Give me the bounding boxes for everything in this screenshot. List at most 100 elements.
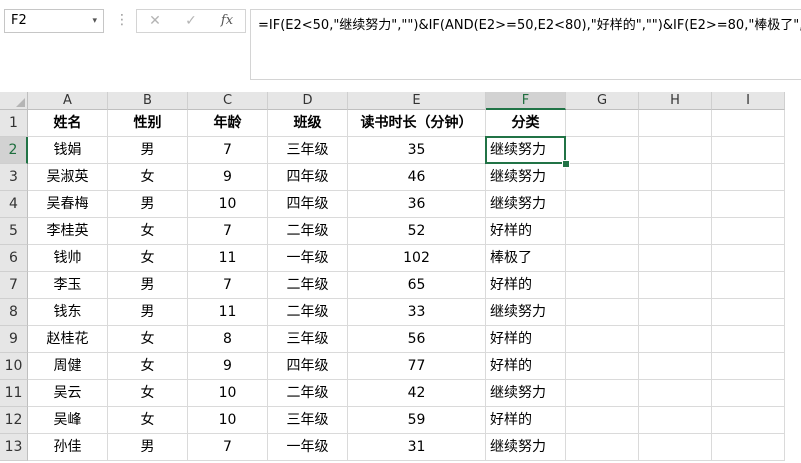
cell-d13[interactable]: 一年级 [268, 434, 348, 461]
cell-b10[interactable]: 女 [108, 353, 188, 380]
cell-c6[interactable]: 11 [188, 245, 268, 272]
cell-b7[interactable]: 男 [108, 272, 188, 299]
cell-f9[interactable]: 好样的 [486, 326, 566, 353]
cell-c1[interactable]: 年龄 [188, 110, 268, 137]
cell-a10[interactable]: 周健 [28, 353, 108, 380]
cell-g8[interactable] [566, 299, 639, 326]
fill-handle[interactable] [562, 160, 570, 168]
cell-f11[interactable]: 继续努力 [486, 380, 566, 407]
cell-i8[interactable] [712, 299, 785, 326]
cell-e1[interactable]: 读书时长（分钟） [348, 110, 486, 137]
cell-a2[interactable]: 钱娟 [28, 137, 108, 164]
row-header-8[interactable]: 8 [0, 299, 28, 326]
cell-e13[interactable]: 31 [348, 434, 486, 461]
cell-i7[interactable] [712, 272, 785, 299]
cell-c11[interactable]: 10 [188, 380, 268, 407]
cell-b8[interactable]: 男 [108, 299, 188, 326]
row-header-10[interactable]: 10 [0, 353, 28, 380]
cell-a3[interactable]: 吴淑英 [28, 164, 108, 191]
cell-f7[interactable]: 好样的 [486, 272, 566, 299]
cell-f13[interactable]: 继续努力 [486, 434, 566, 461]
cell-a12[interactable]: 吴峰 [28, 407, 108, 434]
cancel-icon[interactable]: ✕ [139, 10, 171, 32]
cell-e2[interactable]: 35 [348, 137, 486, 164]
cell-f5[interactable]: 好样的 [486, 218, 566, 245]
cell-g7[interactable] [566, 272, 639, 299]
cell-h3[interactable] [639, 164, 712, 191]
cell-f8[interactable]: 继续努力 [486, 299, 566, 326]
more-icon[interactable]: ⋮ [115, 9, 129, 33]
row-header-13[interactable]: 13 [0, 434, 28, 461]
cell-g12[interactable] [566, 407, 639, 434]
cell-c5[interactable]: 7 [188, 218, 268, 245]
cell-h1[interactable] [639, 110, 712, 137]
cell-i2[interactable] [712, 137, 785, 164]
cell-b4[interactable]: 男 [108, 191, 188, 218]
cell-e8[interactable]: 33 [348, 299, 486, 326]
row-header-9[interactable]: 9 [0, 326, 28, 353]
column-header-f[interactable]: F [486, 92, 566, 110]
cell-g4[interactable] [566, 191, 639, 218]
cell-a11[interactable]: 吴云 [28, 380, 108, 407]
column-header-c[interactable]: C [188, 92, 268, 110]
cell-i13[interactable] [712, 434, 785, 461]
cell-a1[interactable]: 姓名 [28, 110, 108, 137]
cell-d10[interactable]: 四年级 [268, 353, 348, 380]
cell-e5[interactable]: 52 [348, 218, 486, 245]
cell-i1[interactable] [712, 110, 785, 137]
cell-h2[interactable] [639, 137, 712, 164]
cell-a13[interactable]: 孙佳 [28, 434, 108, 461]
cell-h5[interactable] [639, 218, 712, 245]
cell-d9[interactable]: 三年级 [268, 326, 348, 353]
cell-e7[interactable]: 65 [348, 272, 486, 299]
name-box[interactable]: F2 ▾ [4, 9, 104, 33]
cell-e12[interactable]: 59 [348, 407, 486, 434]
cell-e10[interactable]: 77 [348, 353, 486, 380]
column-header-i[interactable]: I [712, 92, 785, 110]
row-header-12[interactable]: 12 [0, 407, 28, 434]
cell-d5[interactable]: 二年级 [268, 218, 348, 245]
cell-b11[interactable]: 女 [108, 380, 188, 407]
cell-c8[interactable]: 11 [188, 299, 268, 326]
cell-h8[interactable] [639, 299, 712, 326]
cell-a9[interactable]: 赵桂花 [28, 326, 108, 353]
cell-i5[interactable] [712, 218, 785, 245]
cell-e6[interactable]: 102 [348, 245, 486, 272]
cell-d1[interactable]: 班级 [268, 110, 348, 137]
cell-e4[interactable]: 36 [348, 191, 486, 218]
column-header-d[interactable]: D [268, 92, 348, 110]
cell-e3[interactable]: 46 [348, 164, 486, 191]
column-header-g[interactable]: G [566, 92, 639, 110]
cell-h6[interactable] [639, 245, 712, 272]
cell-i6[interactable] [712, 245, 785, 272]
cell-i3[interactable] [712, 164, 785, 191]
cell-i11[interactable] [712, 380, 785, 407]
cell-i12[interactable] [712, 407, 785, 434]
cell-c10[interactable]: 9 [188, 353, 268, 380]
cell-g13[interactable] [566, 434, 639, 461]
cell-f3[interactable]: 继续努力 [486, 164, 566, 191]
row-header-3[interactable]: 3 [0, 164, 28, 191]
cell-f2[interactable]: 继续努力 [486, 137, 566, 164]
cell-c12[interactable]: 10 [188, 407, 268, 434]
cell-d8[interactable]: 二年级 [268, 299, 348, 326]
row-header-4[interactable]: 4 [0, 191, 28, 218]
cell-g10[interactable] [566, 353, 639, 380]
cell-b12[interactable]: 女 [108, 407, 188, 434]
row-header-11[interactable]: 11 [0, 380, 28, 407]
cell-g5[interactable] [566, 218, 639, 245]
row-header-6[interactable]: 6 [0, 245, 28, 272]
select-all-corner[interactable] [0, 92, 28, 110]
cell-e9[interactable]: 56 [348, 326, 486, 353]
column-header-a[interactable]: A [28, 92, 108, 110]
cell-f1[interactable]: 分类 [486, 110, 566, 137]
cell-c13[interactable]: 7 [188, 434, 268, 461]
cell-d6[interactable]: 一年级 [268, 245, 348, 272]
cell-d11[interactable]: 二年级 [268, 380, 348, 407]
column-header-b[interactable]: B [108, 92, 188, 110]
cell-h12[interactable] [639, 407, 712, 434]
cell-c7[interactable]: 7 [188, 272, 268, 299]
cell-b3[interactable]: 女 [108, 164, 188, 191]
row-header-7[interactable]: 7 [0, 272, 28, 299]
cell-d4[interactable]: 四年级 [268, 191, 348, 218]
